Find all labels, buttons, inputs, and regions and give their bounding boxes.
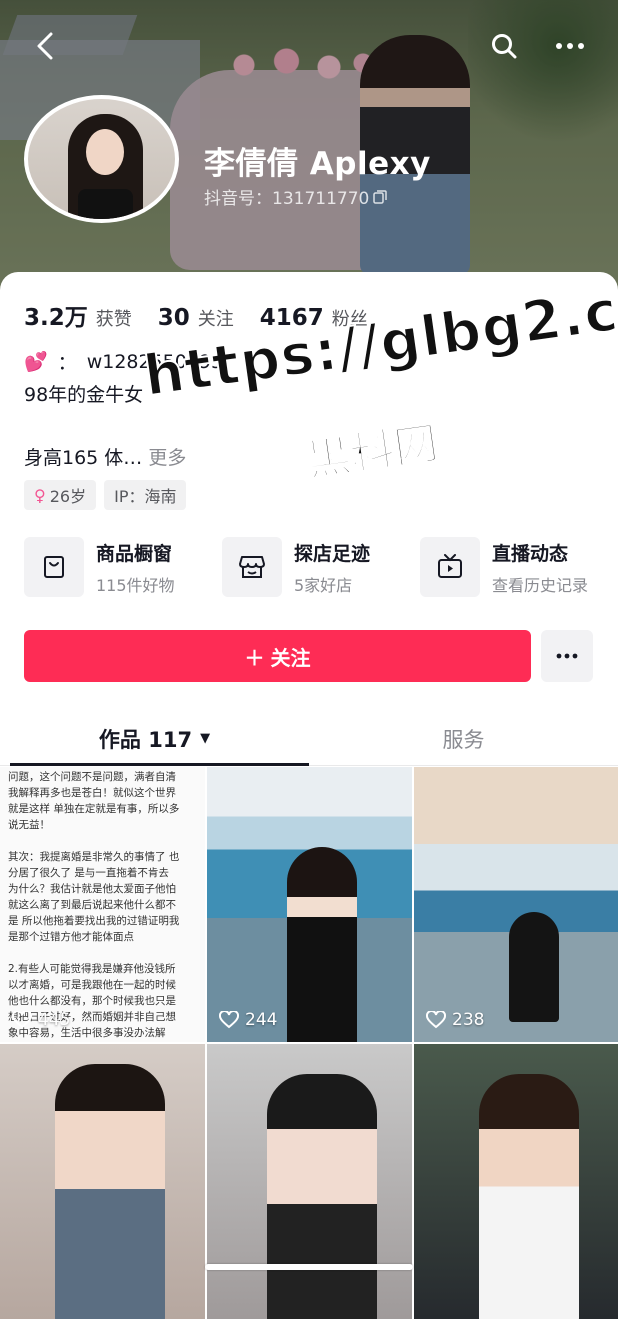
copy-icon[interactable] xyxy=(373,189,388,204)
content-tabs: 作品 117 ▼ 服务 xyxy=(0,712,618,766)
stat-value: 3.2万 xyxy=(24,305,88,331)
plus-icon: ＋ xyxy=(244,645,265,670)
post-text-content: 问题，这个问题不是问题，满者自清 我解释再多也是苍白！就似这个世界就是这样 单独… xyxy=(8,771,180,1039)
bag-icon xyxy=(24,537,84,597)
post-likes: 445 xyxy=(12,1010,70,1030)
post-thumbnail[interactable] xyxy=(414,1044,618,1319)
bio-line-2: 98年的金牛女 xyxy=(24,384,144,406)
stat-following[interactable]: 30 关注 xyxy=(158,305,234,331)
ip-tag: IP：海南 xyxy=(104,480,187,510)
posts-grid: 问题，这个问题不是问题，满者自清 我解释再多也是苍白！就似这个世界就是这样 单独… xyxy=(0,767,618,1319)
heart-icon xyxy=(219,1011,239,1029)
tab-service-label: 服务 xyxy=(442,727,485,752)
post-thumbnail[interactable]: 问题，这个问题不是问题，满者自清 我解释再多也是苍白！就似这个世界就是这样 单独… xyxy=(0,767,205,1042)
bio-separator: ： xyxy=(57,352,77,374)
ip-text: IP：海南 xyxy=(114,487,177,506)
feature-entries: 商品橱窗 115件好物 探店足迹 5家好店 直播动态 查看历史记录 xyxy=(24,537,618,597)
heart-icon xyxy=(12,1011,32,1029)
post-thumbnail[interactable]: 238 xyxy=(414,767,618,1042)
stat-label: 获赞 xyxy=(95,309,132,330)
post-likes-count: 238 xyxy=(452,1010,485,1030)
post-likes: 244 xyxy=(219,1010,277,1030)
feature-sub: 查看历史记录 xyxy=(492,575,589,595)
profile-name: 李倩倩 Aplexy xyxy=(204,146,431,182)
stat-likes[interactable]: 3.2万 获赞 xyxy=(24,298,132,332)
feature-title: 探店足迹 xyxy=(294,542,371,565)
feature-sub: 115件好物 xyxy=(96,575,175,595)
age-text: 26岁 xyxy=(49,487,87,506)
heart-icon xyxy=(426,1011,446,1029)
post-likes-count: 244 xyxy=(245,1010,278,1030)
tab-works[interactable]: 作品 117 ▼ xyxy=(0,712,309,766)
post-likes: 238 xyxy=(426,1010,484,1030)
more-dots-icon xyxy=(556,653,578,659)
tv-icon xyxy=(420,537,480,597)
post-thumbnail[interactable]: 244 xyxy=(207,767,412,1042)
avatar[interactable] xyxy=(24,95,179,223)
two-hearts-icon: 💕 xyxy=(24,351,48,373)
profile-tags: ♀ 26岁 IP：海南 xyxy=(24,480,187,510)
post-thumbnail[interactable] xyxy=(0,1044,205,1319)
bio-line-3-text: 身高165 体… xyxy=(24,447,143,469)
search-icon[interactable] xyxy=(484,26,524,66)
more-actions-button[interactable] xyxy=(541,630,593,682)
home-indicator xyxy=(205,1264,413,1270)
stat-label: 关注 xyxy=(197,309,234,330)
douyin-id-text: 抖音号：131711770 xyxy=(204,189,370,209)
feature-sub: 5家好店 xyxy=(294,575,353,595)
female-icon: ♀ xyxy=(34,485,46,505)
bio-more-link[interactable]: 更多 xyxy=(148,447,186,469)
feature-shop-window[interactable]: 商品橱窗 115件好物 xyxy=(24,537,222,597)
feature-store-visits[interactable]: 探店足迹 5家好店 xyxy=(222,537,420,597)
more-options-icon[interactable] xyxy=(550,26,590,66)
back-icon[interactable] xyxy=(26,26,66,66)
store-icon xyxy=(222,537,282,597)
age-tag: ♀ 26岁 xyxy=(24,480,97,510)
post-thumbnail[interactable] xyxy=(207,1044,412,1319)
tab-service[interactable]: 服务 xyxy=(309,712,618,765)
caret-down-icon: ▼ xyxy=(200,731,211,746)
feature-title: 商品橱窗 xyxy=(96,542,173,565)
tab-works-label: 作品 117 xyxy=(98,727,193,752)
feature-title: 直播动态 xyxy=(492,542,569,565)
bio-line-3[interactable]: 身高165 体… 更多 xyxy=(24,443,186,470)
stat-value: 30 xyxy=(157,305,190,331)
douyin-id[interactable]: 抖音号：131711770 xyxy=(204,184,388,209)
follow-button[interactable]: ＋ 关注 xyxy=(24,630,531,682)
post-likes-count: 445 xyxy=(38,1010,71,1030)
follow-label: 关注 xyxy=(270,645,311,670)
feature-live-history[interactable]: 直播动态 查看历史记录 xyxy=(420,537,618,597)
